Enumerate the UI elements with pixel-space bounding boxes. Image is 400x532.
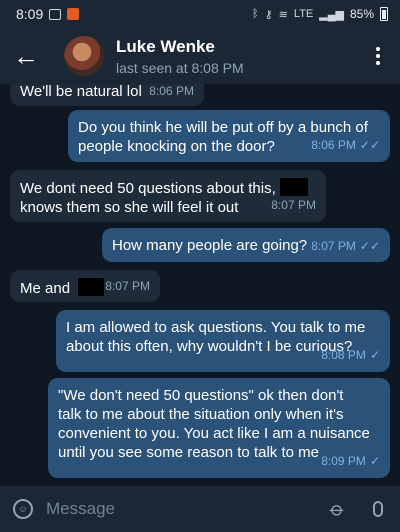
message-text: Me and	[20, 280, 71, 297]
message-text-line: convenient to you. You act like I am a n…	[58, 425, 370, 442]
back-arrow-icon[interactable]: ←	[0, 28, 52, 84]
message-time: 8:07 PM	[105, 279, 150, 293]
message-time: 8:06 PM	[149, 84, 194, 98]
gallery-notification-icon	[49, 8, 62, 20]
double-check-icon: ✓✓	[359, 138, 380, 152]
battery-percent: 85%	[349, 7, 374, 21]
check-icon: ✓	[369, 454, 380, 468]
message-text: We'll be natural lol	[20, 84, 142, 100]
last-seen-status: last seen at 8:08 PM	[116, 59, 244, 76]
contact-info[interactable]: Luke Wenke last seen at 8:08 PM	[116, 37, 244, 76]
message-text-line: "We don't need 50 questions" ok then don…	[58, 387, 344, 404]
message-bubble[interactable]: Do you think he will be put off by a bun…	[68, 110, 390, 162]
key-icon: ⚷	[264, 8, 273, 21]
message-text: How many people are going?	[112, 237, 308, 254]
message-bubble[interactable]: We dont need 50 questions about this, kn…	[10, 170, 326, 222]
message-text-line: We dont need 50 questions about this,	[20, 180, 276, 197]
message-bubble[interactable]: How many people are going? 8:07 PM ✓✓	[102, 228, 390, 262]
message-list[interactable]: We'll be natural lol 8:06 PM Do you thin…	[0, 84, 400, 486]
chat-header: ← Luke Wenke last seen at 8:08 PM	[0, 28, 400, 84]
message-time: 8:09 PM	[321, 454, 366, 468]
wifi-icon: ≋	[278, 8, 288, 21]
status-bar: 8:09 ᛒ ⚷ ≋ LTE ▂▄▆ 85%	[0, 0, 400, 28]
battery-icon	[380, 7, 388, 21]
contact-avatar[interactable]	[64, 36, 104, 76]
message-text-line: I am allowed to ask questions. You talk …	[66, 319, 366, 336]
message-meta: 8:09 PM ✓	[321, 452, 380, 471]
message-text-line: Do you think he will be put off by a bun…	[78, 119, 368, 136]
contact-name: Luke Wenke	[116, 36, 215, 56]
message-bubble[interactable]: I am allowed to ask questions. You talk …	[56, 310, 390, 372]
signal-icon: ▂▄▆	[319, 8, 344, 21]
message-input[interactable]: Message	[46, 499, 320, 519]
message-time: 8:07 PM	[271, 198, 316, 212]
message-time: 8:07 PM	[311, 239, 356, 253]
message-meta: 8:08 PM ✓	[321, 346, 380, 365]
message-time: 8:06 PM	[311, 138, 356, 152]
emoji-icon[interactable]: ☺	[0, 486, 46, 532]
message-time: 8:08 PM	[321, 348, 366, 362]
message-bubble[interactable]: We'll be natural lol 8:06 PM	[10, 84, 204, 106]
message-bubble[interactable]: "We don't need 50 questions" ok then don…	[48, 378, 390, 478]
app-notification-icon	[67, 8, 80, 20]
status-time: 8:09	[16, 6, 44, 22]
message-meta: 8:07 PM ✓✓	[311, 237, 380, 256]
check-icon: ✓	[369, 348, 380, 362]
message-composer: ☺ Message ⌀	[0, 486, 400, 532]
redaction-box	[279, 178, 308, 196]
message-bubble[interactable]: Me and 8:07 PM	[10, 270, 160, 302]
more-options-icon[interactable]	[356, 28, 400, 84]
message-text-line: talk to me about the situation only when…	[58, 406, 344, 423]
message-meta: 8:06 PM ✓✓	[311, 136, 380, 155]
double-check-icon: ✓✓	[359, 239, 380, 253]
redaction-box	[78, 278, 105, 296]
bluetooth-icon: ᛒ	[252, 8, 259, 20]
network-type-label: LTE	[293, 8, 314, 20]
